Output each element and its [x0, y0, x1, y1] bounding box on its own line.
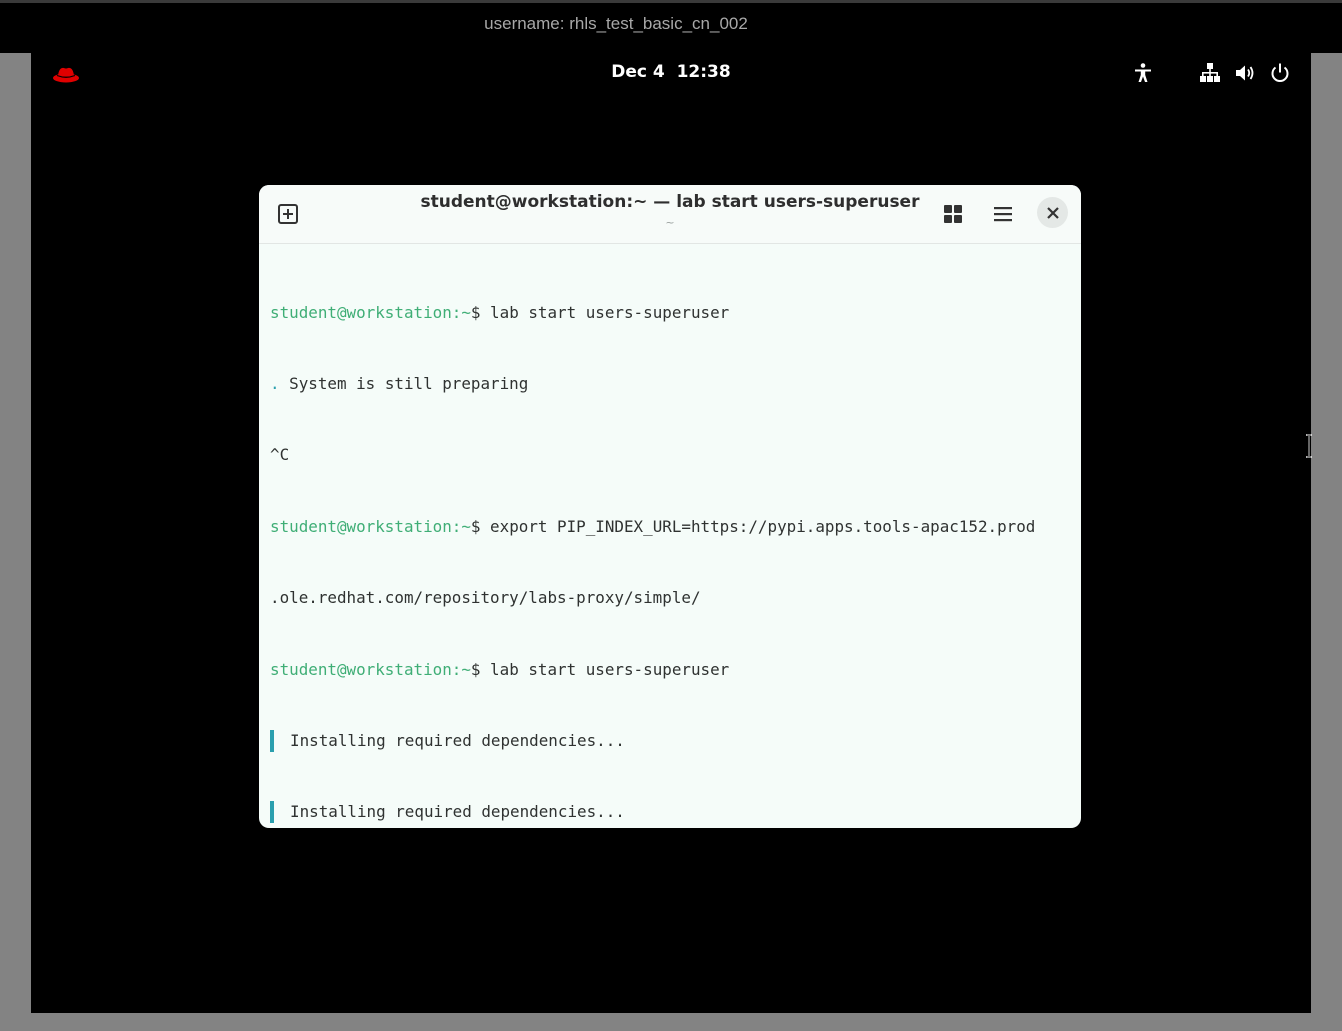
top-panel: Dec 4 12:38 [31, 53, 1311, 93]
output-text: .ole.redhat.com/repository/labs-proxy/si… [270, 588, 701, 608]
clock-button[interactable]: Dec 4 12:38 [611, 62, 730, 82]
prompt-user-host: student@workstation: [270, 516, 462, 536]
terminal-title: student@workstation:~ — lab start users-… [420, 192, 920, 212]
progress-bar-marker [270, 729, 274, 752]
session-banner: username: rhls_test_basic_cn_002 [0, 0, 1342, 53]
redhat-logo-icon[interactable] [51, 63, 81, 85]
terminal-output[interactable]: student@workstation:~$ lab start users-s… [270, 253, 1075, 828]
terminal-headerbar[interactable]: student@workstation:~ — lab start users-… [259, 185, 1081, 244]
text-cursor-icon [1306, 434, 1312, 458]
prompt-path: ~ [461, 659, 471, 679]
terminal-line: Installing required dependencies... [270, 800, 1075, 824]
close-window-button[interactable] [1037, 197, 1068, 228]
terminal-line: .ole.redhat.com/repository/labs-proxy/si… [270, 586, 1075, 610]
power-icon[interactable] [1269, 62, 1291, 84]
output-text: Installing required dependencies... [290, 730, 625, 750]
terminal-line: student@workstation:~$ export PIP_INDEX_… [270, 515, 1075, 539]
volume-icon[interactable] [1234, 62, 1256, 84]
terminal-window[interactable]: student@workstation:~ — lab start users-… [259, 185, 1081, 828]
new-tab-icon [278, 204, 298, 224]
output-text: System is still preparing [279, 373, 529, 393]
prompt-path: ~ [461, 302, 471, 322]
command-text: $ export PIP_INDEX_URL=https://pypi.apps… [470, 516, 1036, 536]
tab-overview-button[interactable] [938, 199, 968, 229]
new-tab-button[interactable] [273, 199, 303, 229]
network-icon[interactable] [1199, 62, 1221, 84]
terminal-line: Installing required dependencies... [270, 729, 1075, 753]
clock-time: 12:38 [676, 62, 731, 82]
hamburger-menu-icon [994, 207, 1012, 222]
terminal-line: . System is still preparing [270, 372, 1075, 396]
command-text: $ lab start users-superuser [470, 659, 730, 679]
prompt-path: ~ [461, 516, 471, 536]
progress-bar-marker [270, 801, 274, 824]
terminal-line: student@workstation:~$ lab start users-s… [270, 301, 1075, 325]
main-menu-button[interactable] [988, 199, 1018, 229]
command-text: $ lab start users-superuser [470, 302, 730, 322]
clock: Dec 4 12:38 [31, 62, 1311, 82]
clock-date: Dec 4 [611, 62, 665, 82]
grid-icon [944, 205, 962, 223]
prompt-user-host: student@workstation: [270, 659, 462, 679]
output-text: ^C [270, 445, 290, 465]
terminal-subtitle: ~ [665, 216, 675, 229]
terminal-line: ^C [270, 443, 1075, 467]
spinner-marker: . [270, 373, 280, 393]
prompt-user-host: student@workstation: [270, 302, 462, 322]
accessibility-icon[interactable] [1132, 62, 1154, 84]
username-label: username: rhls_test_basic_cn_002 [484, 14, 748, 33]
close-icon [1046, 206, 1059, 219]
output-text: Installing required dependencies... [290, 802, 625, 822]
desktop: Dec 4 12:38 student@workstation:~ — lab … [31, 53, 1311, 1013]
terminal-line: student@workstation:~$ lab start users-s… [270, 658, 1075, 682]
